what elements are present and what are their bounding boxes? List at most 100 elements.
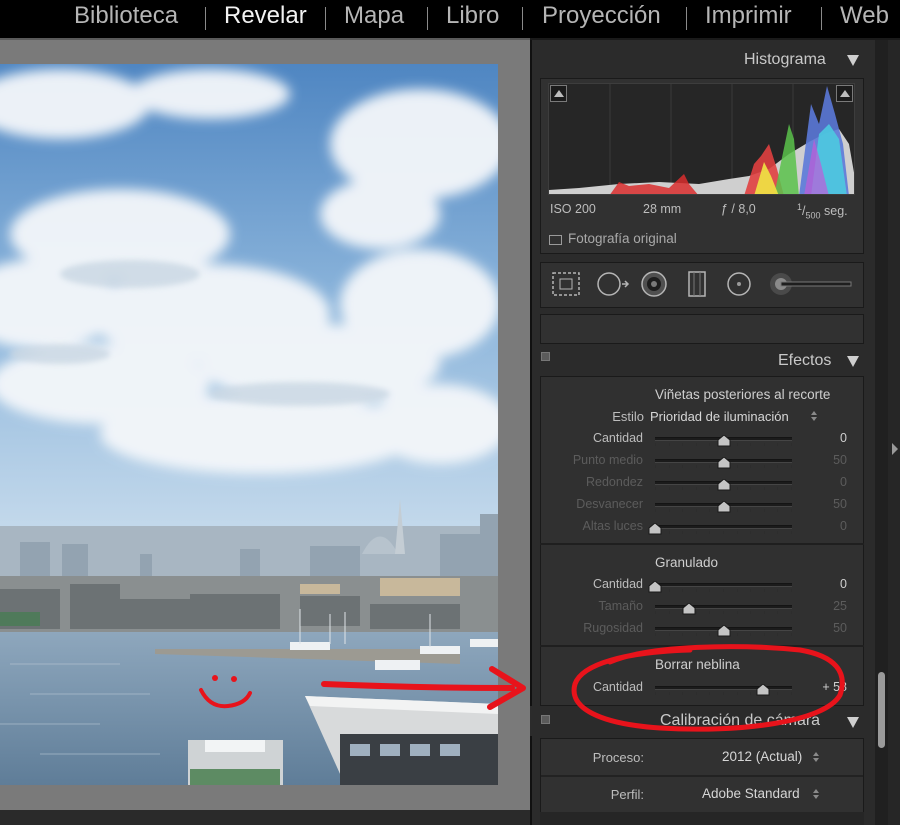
slider-tick bbox=[750, 465, 751, 468]
grain-title: Granulado bbox=[655, 555, 719, 570]
grain-slider-thumb[interactable] bbox=[717, 624, 731, 637]
vignette-value[interactable]: 50 bbox=[811, 497, 847, 511]
crop-overlay-icon[interactable] bbox=[551, 271, 581, 297]
histogram-chart bbox=[549, 84, 854, 194]
effects-collapse-icon[interactable] bbox=[847, 356, 859, 367]
vignette-value[interactable]: 0 bbox=[811, 431, 847, 445]
vignette-slider-thumb[interactable] bbox=[717, 434, 731, 447]
dehaze-slider-thumb[interactable] bbox=[756, 683, 770, 696]
slider-tick bbox=[696, 611, 697, 614]
grain-slider-thumb[interactable] bbox=[648, 580, 662, 593]
dehaze-value[interactable]: + 58 bbox=[811, 680, 847, 694]
histogram-focal-length: 28 mm bbox=[643, 202, 682, 216]
vignette-value[interactable]: 0 bbox=[811, 519, 847, 533]
slider-tick bbox=[777, 443, 778, 446]
module-separator bbox=[427, 7, 428, 30]
slider-tick bbox=[737, 487, 738, 490]
slider-tick bbox=[764, 487, 765, 490]
histogram-graph[interactable] bbox=[548, 83, 855, 195]
module-web[interactable]: Web bbox=[840, 2, 889, 30]
module-revelar[interactable]: Revelar bbox=[224, 2, 307, 30]
grain-value[interactable]: 0 bbox=[811, 577, 847, 591]
module-libro[interactable]: Libro bbox=[446, 2, 499, 30]
red-eye-icon[interactable] bbox=[640, 270, 668, 298]
slider-tick bbox=[709, 611, 710, 614]
original-photo-checkbox[interactable] bbox=[549, 235, 562, 245]
vignette-label: Altas luces bbox=[582, 519, 643, 533]
graduated-filter-icon[interactable] bbox=[686, 270, 708, 298]
grain-label: Tamaño bbox=[598, 599, 643, 613]
vignette-style-select[interactable]: Prioridad de iluminación bbox=[650, 409, 789, 424]
slider-tick bbox=[696, 509, 697, 512]
grain-value[interactable]: 50 bbox=[811, 621, 847, 635]
slider-tick bbox=[655, 509, 656, 512]
vignette-label: Desvanecer bbox=[576, 497, 643, 511]
module-separator bbox=[686, 7, 687, 30]
shutter-numerator: 1 bbox=[797, 202, 803, 212]
slider-tick bbox=[737, 465, 738, 468]
profile-select[interactable]: Adobe Standard bbox=[702, 786, 800, 801]
slider-tick bbox=[655, 692, 656, 695]
photo-preview[interactable] bbox=[0, 64, 498, 785]
slider-tick bbox=[737, 633, 738, 636]
effects-title[interactable]: Efectos bbox=[778, 352, 831, 370]
slider-tick bbox=[777, 509, 778, 512]
image-canvas[interactable] bbox=[0, 38, 530, 825]
radial-filter-icon[interactable] bbox=[725, 270, 753, 298]
vignette-label: Cantidad bbox=[592, 431, 643, 445]
profile-dropdown-icon[interactable] bbox=[812, 788, 820, 800]
module-proyeccion[interactable]: Proyección bbox=[542, 2, 661, 30]
panel-scrollbar[interactable] bbox=[875, 40, 888, 825]
grain-value[interactable]: 25 bbox=[811, 599, 847, 613]
slider-tick bbox=[723, 589, 724, 592]
slider-tick bbox=[709, 531, 710, 534]
collapsed-panel-area bbox=[540, 314, 864, 344]
slider-tick bbox=[791, 611, 792, 614]
spot-removal-icon[interactable] bbox=[596, 270, 630, 298]
style-dropdown-icon[interactable] bbox=[810, 410, 818, 422]
slider-tick bbox=[669, 692, 670, 695]
slider-tick bbox=[709, 589, 710, 592]
slider-tick bbox=[723, 692, 724, 695]
scrollbar-thumb[interactable] bbox=[878, 672, 885, 748]
dehaze-slider-track[interactable] bbox=[655, 686, 792, 695]
adjustment-brush-icon[interactable] bbox=[769, 270, 853, 298]
module-mapa[interactable]: Mapa bbox=[344, 2, 404, 30]
module-picker: Biblioteca Revelar Mapa Libro Proyección… bbox=[0, 0, 900, 38]
grain-slider-track[interactable] bbox=[655, 605, 792, 614]
slider-tick bbox=[669, 465, 670, 468]
module-separator bbox=[821, 7, 822, 30]
vignette-slider-track[interactable] bbox=[655, 525, 792, 534]
slider-tick bbox=[764, 531, 765, 534]
vignette-value[interactable]: 50 bbox=[811, 453, 847, 467]
calibration-collapse-icon[interactable] bbox=[847, 717, 859, 728]
module-imprimir[interactable]: Imprimir bbox=[705, 2, 792, 30]
grain-slider-thumb[interactable] bbox=[682, 602, 696, 615]
vignette-slider-thumb[interactable] bbox=[717, 478, 731, 491]
slider-tick bbox=[750, 692, 751, 695]
process-select[interactable]: 2012 (Actual) bbox=[722, 749, 802, 764]
process-dropdown-icon[interactable] bbox=[812, 751, 820, 763]
calibration-title[interactable]: Calibración de cámara bbox=[660, 712, 820, 730]
calibration-panel-switch[interactable] bbox=[541, 715, 550, 724]
vignette-slider-thumb[interactable] bbox=[648, 522, 662, 535]
effects-panel-switch[interactable] bbox=[541, 352, 550, 361]
highlight-clipping-toggle-icon[interactable] bbox=[836, 85, 853, 102]
module-biblioteca[interactable]: Biblioteca bbox=[74, 2, 178, 30]
shadow-clipping-toggle-icon[interactable] bbox=[550, 85, 567, 102]
slider-tick bbox=[709, 465, 710, 468]
shutter-denominator: 500 bbox=[805, 210, 821, 221]
slider-tick bbox=[655, 487, 656, 490]
histogram-title[interactable]: Histograma bbox=[744, 51, 826, 69]
vignette-slider-thumb[interactable] bbox=[717, 500, 731, 513]
original-photo-label[interactable]: Fotografía original bbox=[568, 231, 677, 246]
slider-tick bbox=[682, 443, 683, 446]
vignette-slider-thumb[interactable] bbox=[717, 456, 731, 469]
slider-tick bbox=[737, 589, 738, 592]
expand-panel-icon[interactable] bbox=[892, 443, 898, 455]
histogram-collapse-icon[interactable] bbox=[847, 55, 859, 66]
slider-tick bbox=[750, 633, 751, 636]
slider-tick bbox=[750, 531, 751, 534]
grain-slider-track[interactable] bbox=[655, 583, 792, 592]
vignette-value[interactable]: 0 bbox=[811, 475, 847, 489]
